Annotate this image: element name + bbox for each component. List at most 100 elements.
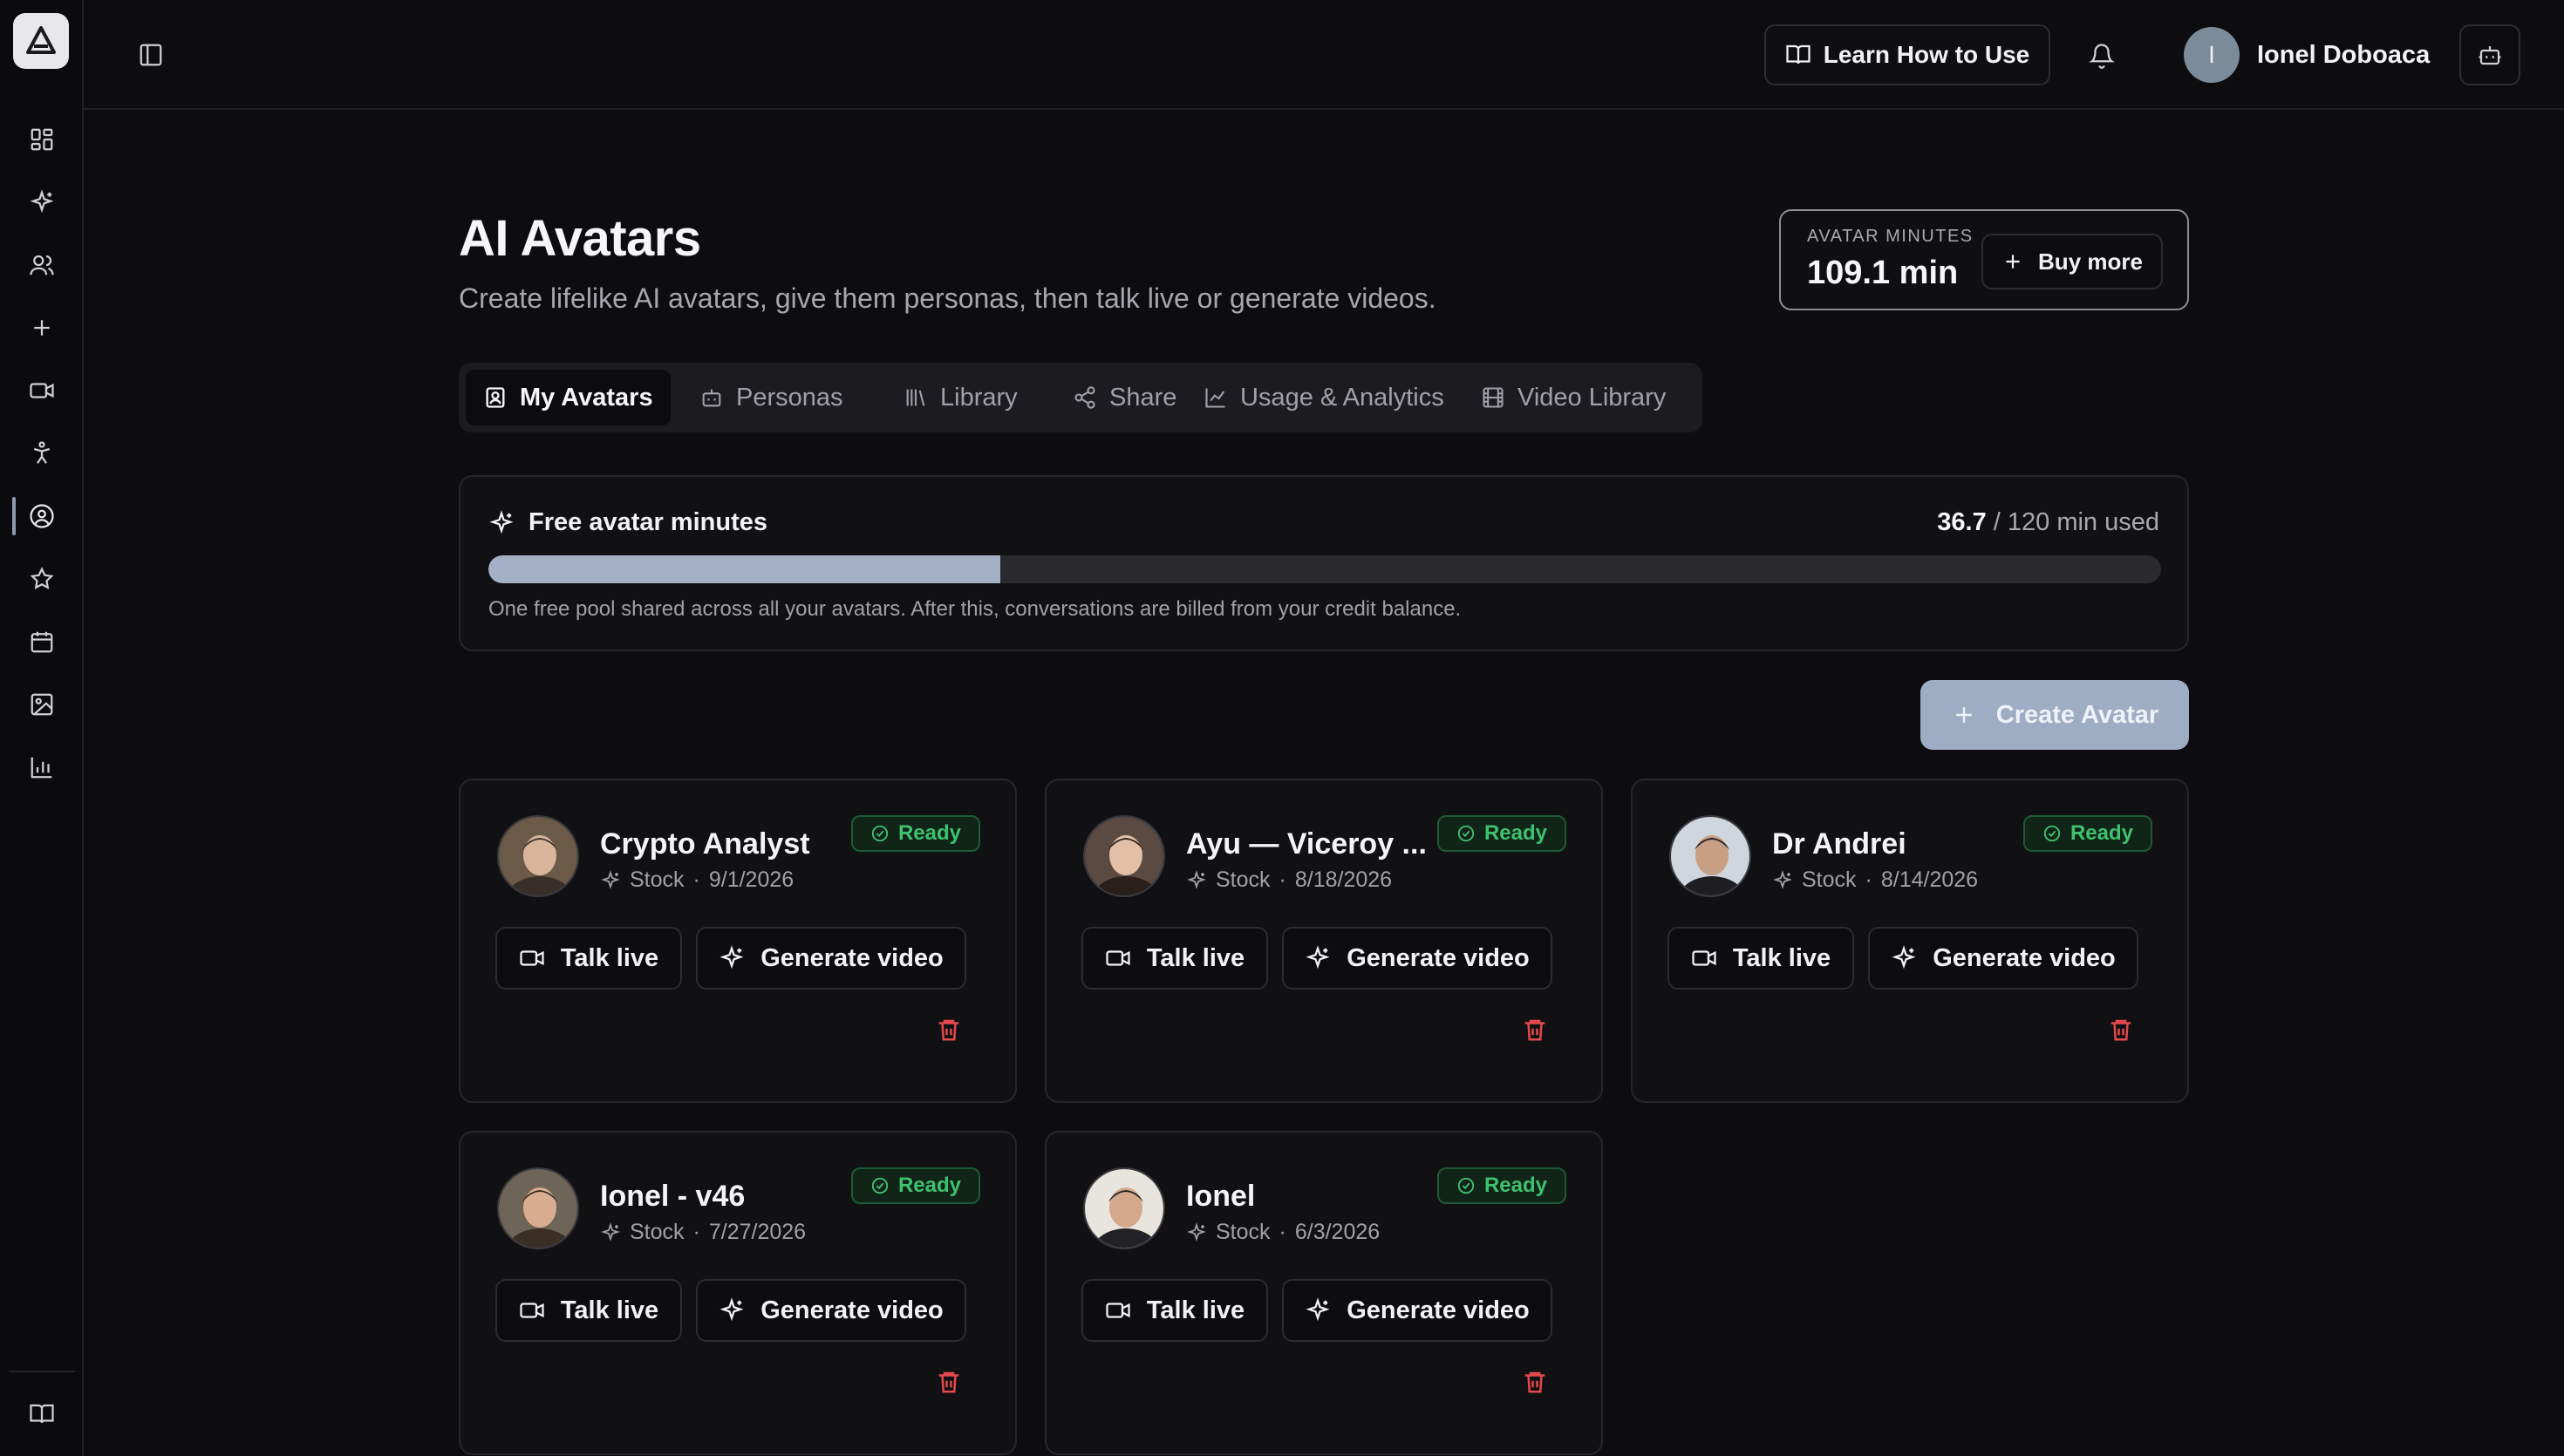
generate-video-label: Generate video <box>1347 1296 1530 1324</box>
talk-live-label: Talk live <box>1146 1296 1245 1324</box>
tab-library[interactable]: Library <box>886 370 1035 425</box>
free-minutes-total: / 120 min used <box>1993 508 2159 536</box>
tab-personas[interactable]: Personas <box>682 370 861 425</box>
tab-label: My Avatars <box>520 383 653 412</box>
video-icon <box>1106 1303 1130 1318</box>
create-avatar-label: Create Avatar <box>1995 700 2159 729</box>
status-label: Ready <box>2070 821 2133 845</box>
tab-usage-analytics[interactable]: Usage & Analytics <box>1186 370 1462 425</box>
status-badge: Ready <box>850 815 980 852</box>
learn-how-to-use-button[interactable]: Learn How to Use <box>1764 24 2050 85</box>
sparkles-icon <box>601 1221 620 1242</box>
delete-trash-icon[interactable] <box>931 1364 966 1399</box>
check-circle-icon <box>1457 1177 1475 1194</box>
app-logo[interactable] <box>13 13 69 69</box>
plus-icon <box>1956 707 1972 723</box>
sparkles-icon <box>1187 1221 1206 1242</box>
delete-trash-icon[interactable] <box>1517 1012 1552 1047</box>
avatar-source: Stock <box>630 1220 685 1244</box>
talk-live-label: Talk live <box>1146 943 1245 972</box>
nav-users-icon[interactable] <box>21 244 63 286</box>
meta-separator: · <box>1279 867 1286 892</box>
create-avatar-button[interactable]: Create Avatar <box>1920 680 2189 750</box>
free-minutes-progress-bar <box>488 555 2161 583</box>
top-bar: Learn How to Use I Ionel Doboaca <box>84 0 2564 110</box>
avatar-card[interactable]: Ayu — Viceroy ... Stock · 8/18/2026 Read… <box>1045 779 1603 1103</box>
avatar-date: 7/27/2026 <box>708 1220 807 1244</box>
generate-video-button[interactable]: Generate video <box>1282 927 1552 990</box>
plus-icon <box>2006 255 2020 269</box>
user-menu[interactable]: I Ionel Doboaca <box>2184 24 2430 85</box>
talk-live-label: Talk live <box>560 1296 659 1324</box>
nav-avatars-icon[interactable] <box>21 495 63 537</box>
talk-live-button[interactable]: Talk live <box>495 927 682 990</box>
nav-docs-book-icon[interactable] <box>21 1393 63 1435</box>
generate-video-label: Generate video <box>760 943 944 972</box>
nav-dashboard-icon[interactable] <box>21 119 63 160</box>
sidebar-toggle-icon[interactable] <box>131 35 171 75</box>
notifications-bell-icon[interactable] <box>2081 35 2123 77</box>
avatar-name: Ionel <box>1186 1180 1256 1213</box>
avatar-source: Stock <box>1216 867 1271 892</box>
learn-button-label: Learn How to Use <box>1823 41 2030 68</box>
check-circle-icon <box>2043 825 2061 842</box>
delete-trash-icon[interactable] <box>1517 1364 1552 1399</box>
talk-live-button[interactable]: Talk live <box>1667 927 1854 990</box>
talk-live-button[interactable]: Talk live <box>1081 927 1268 990</box>
generate-video-button[interactable]: Generate video <box>696 1279 966 1342</box>
meta-separator: · <box>692 1220 700 1244</box>
delete-trash-icon[interactable] <box>2104 1012 2138 1047</box>
check-circle-icon <box>871 1177 889 1194</box>
nav-image-icon[interactable] <box>21 684 63 725</box>
avatar-meta: Stock · 6/3/2026 <box>1186 1220 1380 1245</box>
status-badge: Ready <box>850 1167 980 1204</box>
nav-video-icon[interactable] <box>21 370 63 412</box>
generate-video-button[interactable]: Generate video <box>1282 1279 1552 1342</box>
book-open-icon <box>1786 44 1810 65</box>
sparkles-icon <box>601 869 620 889</box>
buy-more-button[interactable]: Buy more <box>1981 234 2163 289</box>
free-minutes-title: Free avatar minutes <box>488 508 767 537</box>
avatar-card[interactable]: Ionel Stock · 6/3/2026 Ready Talk live G… <box>1045 1131 1603 1455</box>
avatar-source: Stock <box>1216 1220 1271 1244</box>
avatar-card[interactable]: Dr Andrei Stock · 8/14/2026 Ready Talk l… <box>1631 779 2189 1103</box>
avatar-date: 9/1/2026 <box>708 867 794 892</box>
tab-video-library[interactable]: Video Library <box>1463 370 1683 425</box>
user-name: Ionel Doboaca <box>2257 40 2431 69</box>
avatar-meta: Stock · 8/14/2026 <box>1772 867 1978 893</box>
assistant-bot-button[interactable] <box>2459 24 2520 85</box>
talk-live-button[interactable]: Talk live <box>495 1279 682 1342</box>
bot-icon <box>2479 46 2501 65</box>
user-avatar: I <box>2184 27 2240 83</box>
tab-my-avatars[interactable]: My Avatars <box>466 370 671 425</box>
nav-bar-chart-icon[interactable] <box>21 746 63 788</box>
sparkles-icon <box>1306 945 1330 970</box>
tab-label: Personas <box>736 383 843 412</box>
nav-accessibility-icon[interactable] <box>21 432 63 474</box>
tab-share[interactable]: Share <box>1055 370 1194 425</box>
nav-calendar-icon[interactable] <box>21 621 63 663</box>
avatar-date: 8/14/2026 <box>1880 867 1979 892</box>
avatar-meta: Stock · 9/1/2026 <box>600 867 794 893</box>
free-minutes-used: 36.7 / 120 min used <box>1937 508 2159 537</box>
buy-more-label: Buy more <box>2038 248 2143 275</box>
avatar-card[interactable]: Crypto Analyst Stock · 9/1/2026 Ready Ta… <box>459 779 1017 1103</box>
generate-video-button[interactable]: Generate video <box>696 927 966 990</box>
nav-sparkles-icon[interactable] <box>21 181 63 223</box>
avatar-photo <box>497 1167 579 1249</box>
tab-label: Video Library <box>1517 383 1667 412</box>
avatar-card[interactable]: Ionel - v46 Stock · 7/27/2026 Ready Talk… <box>459 1131 1017 1455</box>
talk-live-button[interactable]: Talk live <box>1081 1279 1268 1342</box>
nav-active-indicator <box>12 497 16 535</box>
video-icon <box>520 950 544 966</box>
chart-line-icon <box>1205 388 1225 408</box>
nav-star-icon[interactable] <box>21 558 63 600</box>
video-icon <box>520 1303 544 1318</box>
generate-video-label: Generate video <box>760 1296 944 1324</box>
sparkles-icon <box>489 509 514 534</box>
generate-video-button[interactable]: Generate video <box>1868 927 2138 990</box>
free-minutes-used-value: 36.7 <box>1937 508 1987 536</box>
nav-plus-icon[interactable] <box>21 307 63 349</box>
delete-trash-icon[interactable] <box>931 1012 966 1047</box>
page-subtitle: Create lifelike AI avatars, give them pe… <box>459 282 1436 314</box>
